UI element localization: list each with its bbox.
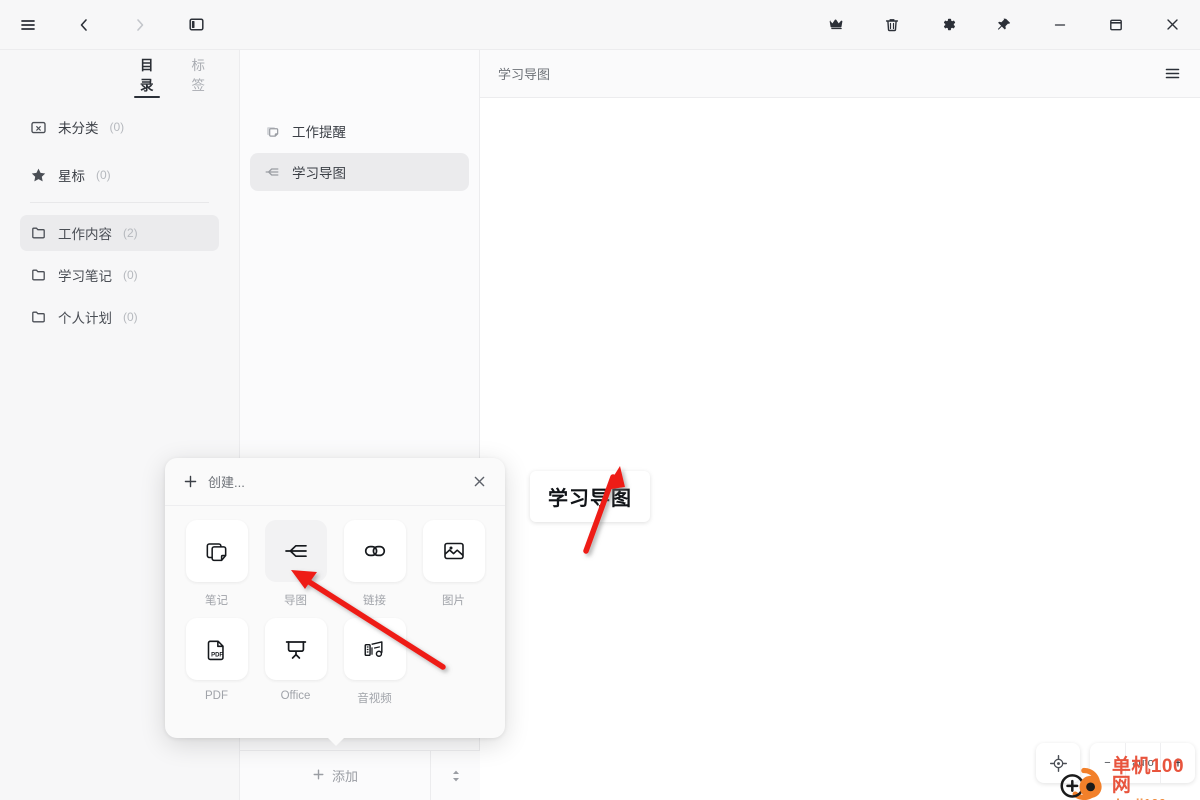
sidebar-item-uncategorized[interactable]: 未分类 (0): [20, 110, 219, 144]
page-title: 学习导图: [498, 67, 551, 82]
sidebar-divider: [30, 202, 209, 203]
maximize-icon[interactable]: [1098, 8, 1134, 42]
sidebar-item-starred-label: 星标: [58, 169, 85, 184]
sidebar-item-work-content[interactable]: 工作内容 (2): [20, 215, 219, 251]
menu-icon[interactable]: [10, 8, 46, 42]
main-header: 学习导图: [480, 50, 1200, 98]
forward-icon[interactable]: [122, 8, 158, 42]
list-item-work-reminder-label: 工作提醒: [292, 125, 346, 140]
watermark: 单机100网 danji100.com: [1055, 757, 1200, 800]
pin-icon[interactable]: [986, 8, 1022, 42]
hamburger-menu-icon[interactable]: [1163, 64, 1182, 83]
sidebar-item-starred-count: (0): [96, 168, 111, 182]
create-popup-header: 创建...: [165, 458, 505, 506]
back-icon[interactable]: [66, 8, 102, 42]
sidebar-item-personal-plan-label: 个人计划: [58, 311, 112, 326]
create-tile-mindmap-label: 导图: [284, 595, 307, 607]
pdf-icon: PDF: [185, 618, 248, 680]
image-icon: [422, 520, 485, 582]
sidebar-item-study-notes-count: (0): [123, 268, 138, 282]
folder-icon: [30, 309, 47, 326]
plus-icon: [312, 768, 325, 784]
media-icon: [343, 618, 406, 680]
title-bar-left-controls: [0, 8, 214, 42]
gear-icon[interactable]: [930, 8, 966, 42]
toggle-sidebar-icon[interactable]: [178, 8, 214, 42]
list-column-footer: 添加: [240, 750, 480, 800]
add-button-label: 添加: [331, 769, 358, 784]
create-tile-link[interactable]: 链接: [339, 520, 410, 618]
minimize-icon[interactable]: [1042, 8, 1078, 42]
trash-icon[interactable]: [874, 8, 910, 42]
create-tile-pdf-label: PDF: [205, 690, 228, 702]
app-window: 目录 标签 搜索 未分类 (0): [0, 0, 1200, 800]
create-popup-grid: 笔记 导图 链接 图片 PDF PDF Office 音视频: [165, 506, 505, 716]
note-stack-icon: [185, 520, 248, 582]
star-icon: [30, 167, 47, 184]
mindmap-root-node[interactable]: 学习导图: [530, 471, 650, 522]
watermark-chinese: 单机100网: [1111, 756, 1185, 796]
folder-icon: [30, 267, 47, 284]
create-tile-note-label: 笔记: [205, 595, 228, 607]
list-item-study-mindmap[interactable]: 学习导图: [250, 153, 469, 191]
list-item-work-reminder[interactable]: 工作提醒: [250, 112, 469, 150]
title-bar: [0, 0, 1200, 50]
sidebar-item-uncategorized-label: 未分类: [58, 121, 99, 136]
mindmap-icon: [264, 520, 327, 582]
close-icon[interactable]: [1154, 8, 1190, 42]
sidebar-item-work-content-count: (2): [123, 226, 138, 240]
main-panel: 学习导图 学习导图 − auto +: [480, 50, 1200, 800]
tab-tags[interactable]: 标签: [178, 50, 220, 98]
create-tile-note[interactable]: 笔记: [181, 520, 252, 618]
list-item-study-mindmap-label: 学习导图: [292, 166, 346, 181]
watermark-text: 单机100网 danji100.com: [1112, 757, 1200, 800]
uncategorized-folder-icon: [30, 119, 47, 136]
danji100-logo-icon: [1060, 767, 1102, 800]
sidebar-item-study-notes[interactable]: 学习笔记 (0): [20, 257, 219, 293]
create-tile-link-label: 链接: [363, 595, 386, 607]
svg-text:PDF: PDF: [211, 652, 223, 658]
mindmap-icon: [264, 164, 280, 180]
add-button[interactable]: 添加: [240, 751, 430, 800]
create-tile-pdf[interactable]: PDF PDF: [181, 618, 252, 716]
sidebar-item-personal-plan-count: (0): [123, 310, 138, 324]
sort-icon[interactable]: [430, 751, 480, 800]
folder-icon: [30, 225, 47, 242]
close-icon[interactable]: [472, 474, 487, 489]
plus-icon: [183, 474, 198, 489]
sidebar-item-work-content-label: 工作内容: [58, 227, 112, 242]
note-icon: [264, 123, 280, 139]
create-tile-media-label: 音视频: [357, 693, 392, 705]
link-icon: [343, 520, 406, 582]
sidebar-folder-list: 工作内容 (2) 学习笔记 (0) 个人计划 (0): [20, 215, 219, 335]
sidebar-quick-list: 未分类 (0) 星标 (0) 工作内容 (2) 学习笔记 (0) 个人计划 (0…: [0, 98, 239, 335]
sidebar-item-study-notes-label: 学习笔记: [58, 269, 112, 284]
title-bar-right-controls: [818, 8, 1200, 42]
create-popup: 创建... 笔记 导图 链接 图片 PDF PDF Office 音视频: [165, 458, 505, 746]
document-list: 工作提醒 学习导图: [240, 50, 479, 191]
tab-catalog-label: 目录: [140, 58, 154, 93]
sidebar-item-personal-plan[interactable]: 个人计划 (0): [20, 299, 219, 335]
mindmap-canvas[interactable]: 学习导图 − auto +: [480, 98, 1200, 800]
sidebar-item-uncategorized-count: (0): [109, 120, 125, 134]
tab-tags-label: 标签: [191, 58, 206, 93]
office-presentation-icon: [264, 618, 327, 680]
create-tile-mindmap[interactable]: 导图: [260, 520, 331, 618]
create-tile-image[interactable]: 图片: [418, 520, 489, 618]
create-tile-image-label: 图片: [442, 595, 465, 607]
sidebar-item-starred[interactable]: 星标 (0): [20, 158, 219, 192]
crown-icon[interactable]: [818, 8, 854, 42]
create-popup-title: 创建...: [208, 475, 245, 490]
create-tile-office-label: Office: [280, 690, 311, 702]
sidebar-tabs: 目录 标签 搜索: [0, 50, 257, 98]
create-tile-media[interactable]: 音视频: [339, 618, 410, 716]
tab-catalog[interactable]: 目录: [126, 50, 168, 98]
create-tile-office[interactable]: Office: [260, 618, 331, 716]
